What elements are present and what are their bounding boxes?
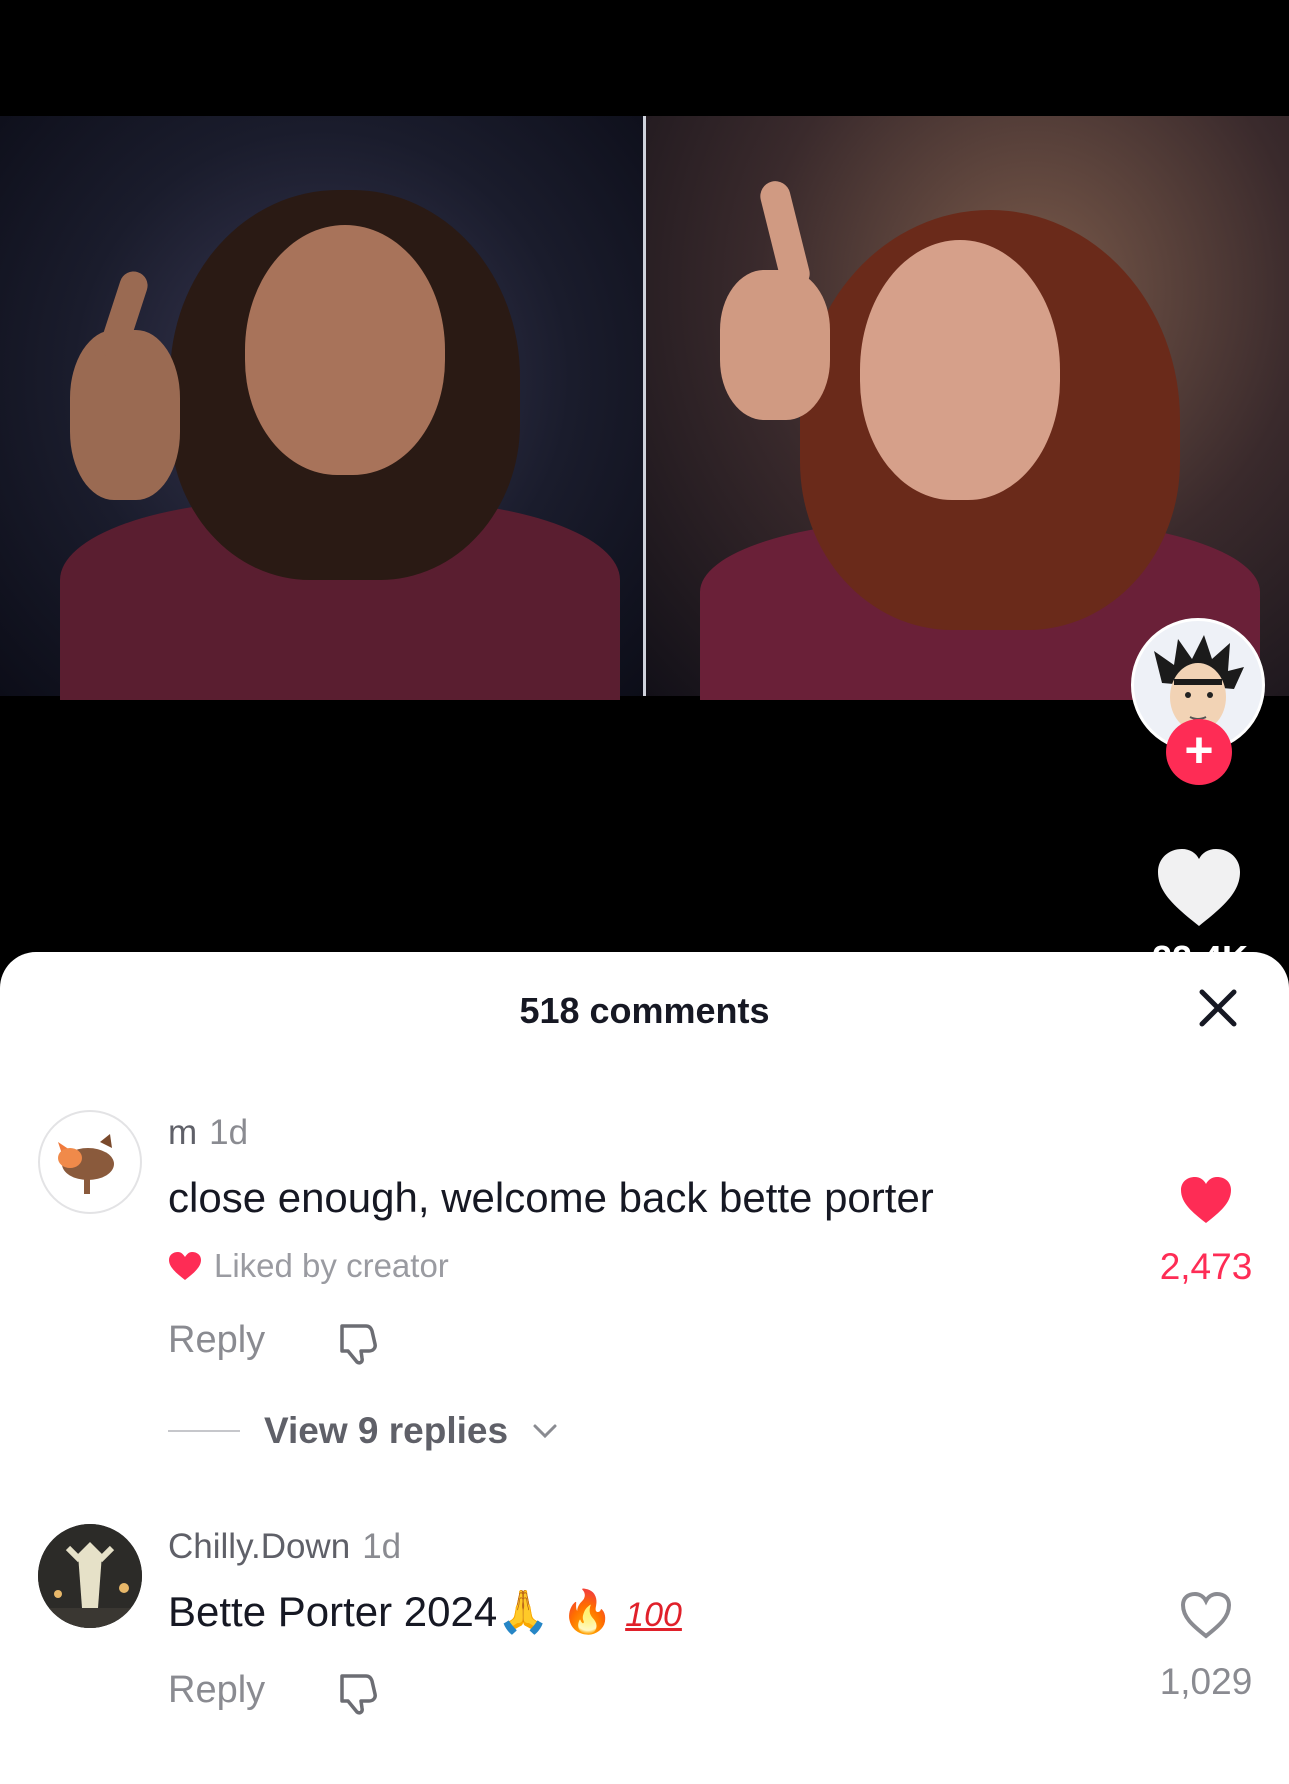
- comments-title: 518 comments: [519, 990, 770, 1031]
- figure-right-hand: [720, 270, 830, 420]
- comment-text: Bette Porter 2024🙏 🔥 100: [168, 1588, 682, 1637]
- dislike-icon[interactable]: [334, 1320, 380, 1366]
- comment-avatar[interactable]: [38, 1524, 142, 1628]
- video-player[interactable]: [0, 0, 1289, 960]
- figure-right-face: [860, 240, 1060, 500]
- replies-divider: [168, 1430, 240, 1432]
- figure-left-face: [245, 225, 445, 475]
- heart-small-icon: [169, 1252, 201, 1280]
- close-icon[interactable]: [1196, 986, 1240, 1030]
- comment-text: close enough, welcome back bette porter: [168, 1174, 934, 1221]
- comment-like-icon[interactable]: [1179, 1590, 1233, 1640]
- split-divider: [643, 116, 646, 696]
- pray-emoji: 🙏: [497, 1588, 550, 1635]
- liked-by-creator: Liked by creator: [168, 1247, 449, 1285]
- comment-avatar[interactable]: [38, 1110, 142, 1214]
- comment-like-icon[interactable]: [1179, 1175, 1233, 1225]
- comment-text-body: Bette Porter 2024: [168, 1588, 498, 1635]
- chevron-down-icon: [533, 1424, 557, 1439]
- fire-emoji: 🔥: [561, 1588, 614, 1635]
- comment-like-count: 1,029: [1159, 1661, 1253, 1702]
- view-replies-label: View 9 replies: [264, 1410, 509, 1451]
- follow-plus-button[interactable]: +: [1166, 719, 1232, 785]
- comments-sheet: [0, 952, 1289, 1784]
- statue-avatar-image: [38, 1524, 142, 1628]
- liked-by-creator-label: Liked by creator: [214, 1247, 449, 1284]
- cat-avatar-image: [58, 1134, 114, 1194]
- comment-header: m 1d: [168, 1113, 248, 1153]
- reply-button[interactable]: Reply: [168, 1319, 265, 1362]
- reply-button[interactable]: Reply: [168, 1669, 265, 1712]
- comment-time: 1d: [362, 1527, 402, 1566]
- comment-header: Chilly.Down 1d: [168, 1527, 401, 1567]
- comment-time: 1d: [209, 1113, 249, 1152]
- figure-left-hand: [70, 330, 180, 500]
- dislike-icon[interactable]: [334, 1670, 380, 1716]
- comment-like-count: 2,473: [1159, 1246, 1253, 1287]
- like-heart-icon[interactable]: [1154, 846, 1244, 930]
- comment-username[interactable]: m: [168, 1113, 197, 1152]
- view-replies[interactable]: View 9 replies: [168, 1410, 558, 1452]
- comment-username[interactable]: Chilly.Down: [168, 1527, 350, 1566]
- hundred-emoji: 100: [625, 1596, 682, 1634]
